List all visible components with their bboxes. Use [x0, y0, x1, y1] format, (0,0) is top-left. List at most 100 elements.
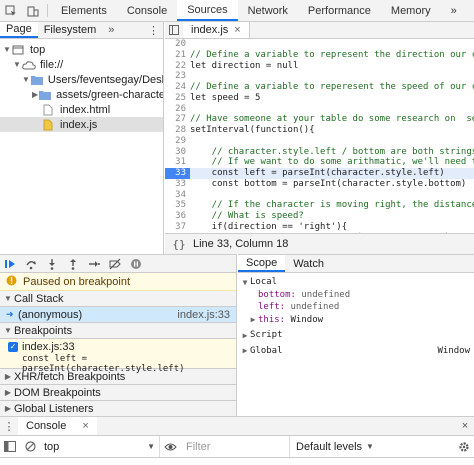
- section-title: DOM Breakpoints: [14, 386, 101, 399]
- tab-performance[interactable]: Performance: [298, 0, 381, 21]
- code-line[interactable]: 31 // If we want to do some arithmatic, …: [165, 157, 474, 168]
- line-number[interactable]: 30: [165, 147, 190, 158]
- code-line[interactable]: 35 // If the character is moving right, …: [165, 200, 474, 211]
- close-drawer-button[interactable]: ×: [456, 420, 474, 432]
- scope-local[interactable]: ▼ Local: [238, 276, 474, 289]
- tab-console[interactable]: Console: [117, 0, 177, 21]
- info-icon: [6, 275, 17, 289]
- scope-variable[interactable]: left: undefined: [238, 301, 474, 314]
- console-prompt[interactable]: [0, 458, 474, 465]
- tab-page[interactable]: Page: [0, 22, 38, 38]
- code-line[interactable]: 23: [165, 71, 474, 82]
- toggle-navigator-icon[interactable]: [165, 22, 183, 38]
- pretty-print-button[interactable]: {}: [165, 238, 193, 251]
- code-line[interactable]: 33 const left = parseInt(character.style…: [165, 168, 474, 179]
- call-frame[interactable]: ➜ (anonymous) index.js:33: [0, 307, 236, 323]
- dom-breakpoints-section[interactable]: ▶ DOM Breakpoints: [0, 385, 236, 401]
- line-number[interactable]: 20: [165, 39, 190, 50]
- more-tabs-button[interactable]: »: [441, 0, 467, 21]
- tab-filesystem[interactable]: Filesystem: [38, 22, 103, 38]
- step-into-icon[interactable]: [46, 258, 58, 270]
- tree-item-top[interactable]: ▼ top: [0, 42, 163, 57]
- scope-script[interactable]: ▶ Script: [238, 329, 474, 342]
- context-selector[interactable]: top ▼: [40, 436, 160, 457]
- pause-on-exceptions-icon[interactable]: [130, 258, 142, 270]
- tab-network[interactable]: Network: [238, 0, 298, 21]
- code-line[interactable]: 37 if(direction == 'right'){: [165, 222, 474, 233]
- line-number[interactable]: 26: [165, 104, 190, 115]
- step-over-icon[interactable]: [25, 258, 37, 270]
- scope-variable[interactable]: bottom: undefined: [238, 289, 474, 302]
- tab-console-drawer[interactable]: Console ×: [18, 417, 97, 435]
- tree-item-host[interactable]: ▼ file://: [0, 57, 163, 72]
- code-line[interactable]: 21// Define a variable to represent the …: [165, 50, 474, 61]
- close-icon[interactable]: ×: [82, 420, 88, 432]
- code-line[interactable]: 22 let direction = null: [165, 61, 474, 72]
- breakpoint-checkbox[interactable]: ✓: [8, 342, 18, 352]
- line-number[interactable]: 25: [165, 93, 190, 104]
- code-line[interactable]: 27// Have someone at your table do some …: [165, 114, 474, 125]
- code-line[interactable]: 36 // What is speed?: [165, 211, 474, 222]
- tab-memory[interactable]: Memory: [381, 0, 441, 21]
- close-icon[interactable]: ×: [234, 24, 240, 36]
- clear-console-icon[interactable]: [20, 441, 40, 452]
- deactivate-breakpoints-icon[interactable]: [109, 258, 121, 270]
- step-icon[interactable]: [88, 258, 100, 270]
- line-number[interactable]: 24: [165, 82, 190, 93]
- tab-elements[interactable]: Elements: [51, 0, 117, 21]
- tree-item-index-js[interactable]: index.js: [0, 117, 163, 132]
- frame-location[interactable]: index.js:33: [177, 309, 236, 321]
- more-navigator-tabs-button[interactable]: »: [102, 22, 120, 38]
- eye-icon[interactable]: [160, 442, 180, 452]
- code-line[interactable]: 28 setInterval(function(){: [165, 125, 474, 136]
- tab-sources[interactable]: Sources: [177, 0, 238, 21]
- paused-banner: Paused on breakpoint: [0, 273, 236, 291]
- breakpoints-section[interactable]: ▼ Breakpoints: [0, 323, 236, 339]
- global-listeners-section[interactable]: ▶ Global Listeners: [0, 401, 236, 416]
- line-number[interactable]: 21: [165, 50, 190, 61]
- line-number[interactable]: 23: [165, 71, 190, 82]
- code-line[interactable]: 30 // character.style.left / bottom are …: [165, 147, 474, 158]
- code-line[interactable]: 20: [165, 39, 474, 50]
- drawer-menu-icon[interactable]: ⋮: [0, 420, 18, 433]
- breakpoint-item[interactable]: ✓ index.js:33 const left = parseInt(char…: [0, 339, 236, 374]
- line-number[interactable]: 28: [165, 125, 190, 136]
- tree-item-index-html[interactable]: index.html: [0, 102, 163, 117]
- line-number[interactable]: 27: [165, 114, 190, 125]
- tab-watch[interactable]: Watch: [285, 255, 332, 272]
- scope-global[interactable]: ▶ Global Window: [238, 345, 474, 358]
- code-line[interactable]: 34: [165, 190, 474, 201]
- gear-icon[interactable]: [454, 441, 474, 453]
- line-number[interactable]: 34: [165, 190, 190, 201]
- step-out-icon[interactable]: [67, 258, 79, 270]
- line-number[interactable]: 36: [165, 211, 190, 222]
- inspect-element-icon[interactable]: [0, 0, 22, 21]
- line-number[interactable]: 33: [165, 179, 190, 190]
- line-number[interactable]: 31: [165, 157, 190, 168]
- breakpoint-line-number[interactable]: 33: [165, 168, 190, 179]
- file-tab-index-js[interactable]: index.js ×: [183, 22, 250, 38]
- device-toolbar-icon[interactable]: [22, 0, 44, 21]
- collapse-triangle-icon: ▶: [250, 315, 256, 325]
- code-line[interactable]: 29: [165, 136, 474, 147]
- call-stack-section[interactable]: ▼ Call Stack: [0, 291, 236, 307]
- tree-item-subfolder[interactable]: ▶ assets/green-character: [0, 87, 163, 102]
- line-number[interactable]: 35: [165, 200, 190, 211]
- tab-scope[interactable]: Scope: [238, 255, 286, 272]
- navigator-menu-icon[interactable]: ⋮: [144, 22, 163, 38]
- code-line[interactable]: 24// Define a variable to reperesent the…: [165, 82, 474, 93]
- tree-item-folder[interactable]: ▼ Users/feventsegay/Desktop/ja: [0, 72, 163, 87]
- line-number[interactable]: 29: [165, 136, 190, 147]
- code-line[interactable]: 33 const bottom = parseInt(character.sty…: [165, 179, 474, 190]
- filter-input[interactable]: Filter: [180, 436, 290, 457]
- code-line[interactable]: 26: [165, 104, 474, 115]
- log-levels-dropdown[interactable]: Default levels ▼: [290, 441, 374, 453]
- scope-label: Global: [250, 345, 283, 356]
- show-sidebar-icon[interactable]: [0, 441, 20, 452]
- resume-icon[interactable]: [4, 258, 16, 270]
- line-number[interactable]: 22: [165, 61, 190, 72]
- line-number[interactable]: 37: [165, 222, 190, 233]
- code-area[interactable]: 20 21// Define a variable to represent th…: [165, 39, 474, 233]
- scope-variable[interactable]: ▶ this: Window: [238, 314, 474, 327]
- code-line[interactable]: 25 let speed = 5: [165, 93, 474, 104]
